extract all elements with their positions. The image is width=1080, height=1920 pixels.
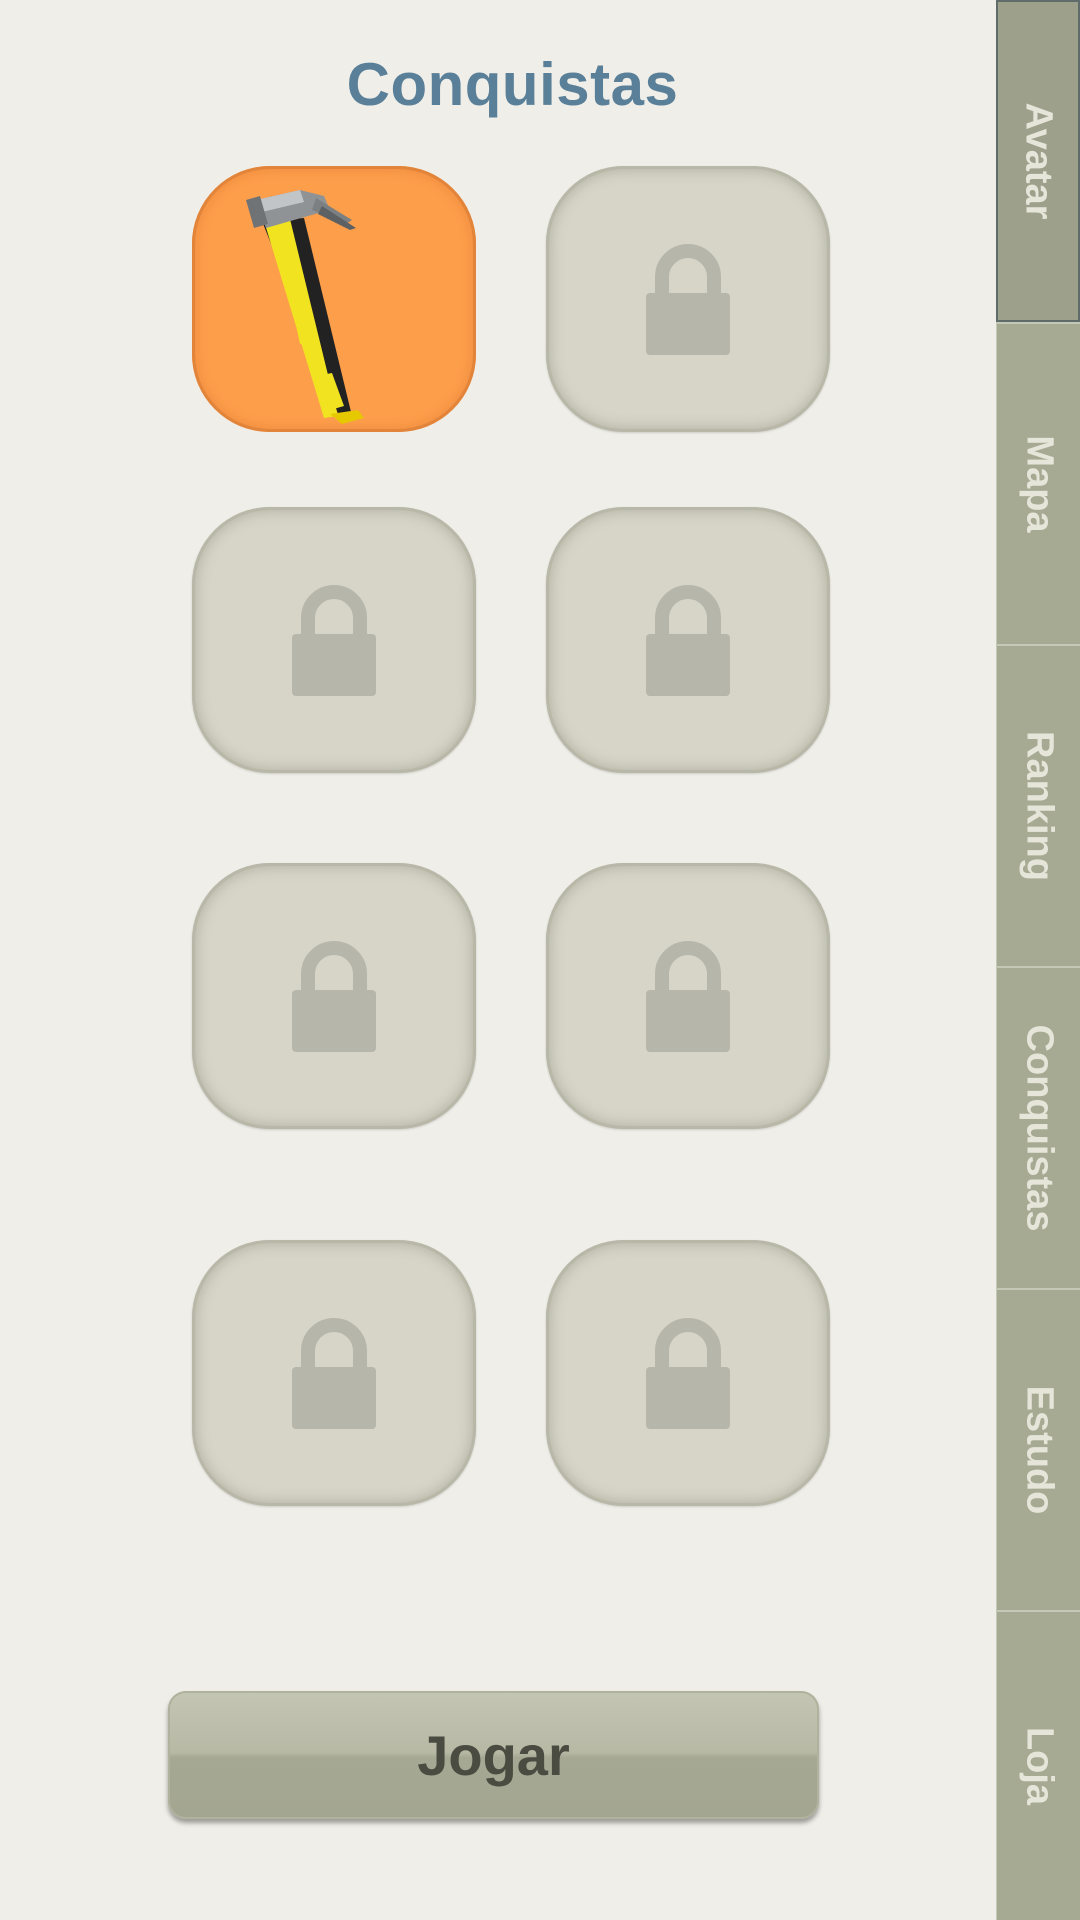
lock-icon xyxy=(646,584,730,696)
tab-label: Estudo xyxy=(1018,1385,1060,1515)
tab-mapa[interactable]: Mapa xyxy=(996,322,1080,644)
lock-icon xyxy=(646,1317,730,1429)
tab-avatar[interactable]: Avatar xyxy=(996,0,1080,322)
achievement-tile-locked[interactable] xyxy=(192,863,476,1129)
achievement-tile-locked[interactable] xyxy=(546,1240,830,1506)
achievement-tile-locked[interactable] xyxy=(546,507,830,773)
tab-label: Loja xyxy=(1018,1726,1060,1806)
achievement-tile-hammer[interactable] xyxy=(192,166,476,432)
lock-icon xyxy=(292,1317,376,1429)
page-title: Conquistas xyxy=(346,51,679,118)
tab-label: Mapa xyxy=(1018,435,1060,533)
tab-label: Conquistas xyxy=(1018,1024,1060,1232)
tab-estudo[interactable]: Estudo xyxy=(996,1288,1080,1610)
lock-icon xyxy=(646,940,730,1052)
achievement-tile-locked[interactable] xyxy=(192,1240,476,1506)
side-tab-bar: Avatar Mapa Ranking Conquistas Estudo Lo… xyxy=(996,0,1080,1920)
lock-icon xyxy=(646,243,730,355)
achievement-tile-locked[interactable] xyxy=(192,507,476,773)
tab-label: Ranking xyxy=(1018,731,1060,881)
achievement-tile-locked[interactable] xyxy=(546,166,830,432)
play-button[interactable]: Jogar xyxy=(168,1691,819,1819)
achievement-tile-locked[interactable] xyxy=(546,863,830,1129)
lock-icon xyxy=(292,584,376,696)
tab-conquistas[interactable]: Conquistas xyxy=(996,966,1080,1288)
tab-ranking[interactable]: Ranking xyxy=(996,644,1080,966)
tab-label: Avatar xyxy=(1017,102,1060,220)
tab-loja[interactable]: Loja xyxy=(996,1610,1080,1920)
hammer-icon xyxy=(192,166,476,432)
lock-icon xyxy=(292,940,376,1052)
